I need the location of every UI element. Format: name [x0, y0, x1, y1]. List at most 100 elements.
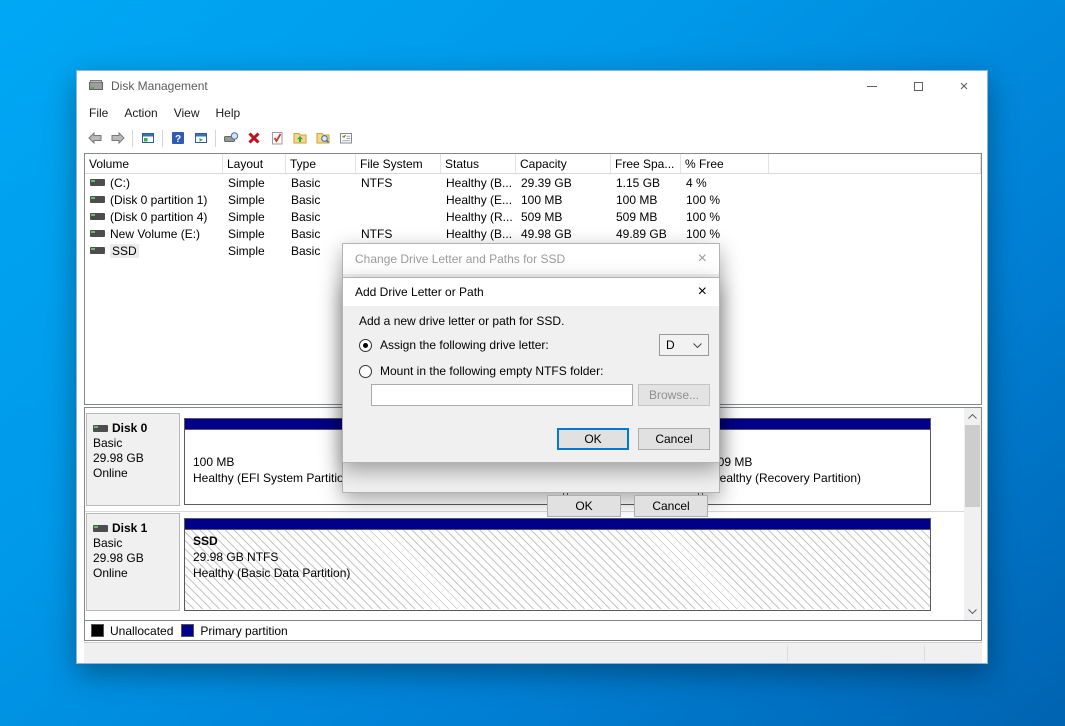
toolbar-separator: [215, 129, 216, 147]
ok-button[interactable]: OK: [547, 495, 621, 517]
close-button[interactable]: ×: [941, 71, 987, 101]
volume-name: SSD: [110, 243, 139, 258]
browse-button[interactable]: Browse...: [638, 384, 710, 406]
ok-button[interactable]: OK: [557, 428, 629, 450]
col-filesystem[interactable]: File System: [356, 154, 441, 173]
disk-size: 29.98 GB: [93, 551, 144, 565]
help-button[interactable]: ?: [166, 127, 189, 149]
maximize-button[interactable]: [895, 71, 941, 101]
scroll-up-icon[interactable]: [964, 408, 981, 425]
toolbar-separator: [162, 129, 163, 147]
properties-button[interactable]: [334, 127, 357, 149]
partition-name: SSD: [193, 534, 218, 548]
menu-help[interactable]: Help: [208, 102, 249, 124]
col-freespace[interactable]: Free Spa...: [611, 154, 681, 173]
legend-label: Primary partition: [200, 623, 288, 638]
col-status[interactable]: Status: [441, 154, 516, 173]
delete-volume-button[interactable]: [242, 127, 265, 149]
close-icon[interactable]: ×: [698, 284, 707, 300]
cell-layout: Simple: [228, 209, 265, 224]
cancel-button[interactable]: Cancel: [634, 495, 708, 517]
minimize-icon: [867, 85, 877, 87]
cell-status: Healthy (B...: [446, 226, 513, 241]
disk-icon: [93, 425, 108, 432]
dialog-title-bar: Change Drive Letter and Paths for SSD ×: [343, 244, 719, 274]
back-arrow-icon: [87, 131, 101, 145]
maximize-icon: [913, 81, 923, 91]
scrollbar-thumb[interactable]: [965, 425, 980, 507]
disk1-partition-ssd[interactable]: SSD 29.98 GB NTFS Healthy (Basic Data Pa…: [184, 518, 931, 611]
svg-text:?: ?: [174, 134, 180, 145]
mark-active-icon: [271, 132, 282, 145]
volume-row-partition4[interactable]: (Disk 0 partition 4) Simple Basic Health…: [85, 208, 981, 225]
forward-button[interactable]: [106, 127, 129, 149]
cell-pfree: 100 %: [686, 226, 721, 241]
cell-pfree: 100 %: [686, 209, 721, 224]
desktop: Disk Management × File Action View Help …: [0, 0, 1065, 726]
drive-letter-dropdown[interactable]: D: [659, 334, 709, 356]
col-layout[interactable]: Layout: [223, 154, 286, 173]
back-button[interactable]: [83, 127, 106, 149]
open-folder-button[interactable]: [288, 127, 311, 149]
volume-row-c[interactable]: (C:) Simple Basic NTFS Healthy (B... 29.…: [85, 174, 981, 191]
disk0-info[interactable]: Disk 0 Basic 29.98 GB Online: [86, 413, 180, 507]
col-empty: [769, 154, 981, 173]
cell-status: Healthy (E...: [446, 192, 513, 207]
explore-folder-button[interactable]: [311, 127, 334, 149]
menu-file[interactable]: File: [81, 102, 116, 124]
assign-letter-radio[interactable]: [359, 338, 372, 352]
cell-fs: NTFS: [361, 226, 393, 241]
mount-folder-radio[interactable]: [359, 364, 372, 378]
volume-list-header: Volume Layout Type File System Status Ca…: [85, 154, 981, 174]
menu-action[interactable]: Action: [116, 102, 165, 124]
disk-row-separator: [85, 511, 964, 512]
col-pctfree[interactable]: % Free: [681, 154, 769, 173]
volume-row-partition1[interactable]: (Disk 0 partition 1) Simple Basic Health…: [85, 191, 981, 208]
status-separator: [787, 646, 788, 661]
menu-view[interactable]: View: [166, 102, 208, 124]
disk-status: Online: [93, 566, 128, 580]
open-folder-icon: [293, 133, 306, 144]
mark-active-button[interactable]: [265, 127, 288, 149]
minimize-button[interactable]: [849, 71, 895, 101]
col-type[interactable]: Type: [286, 154, 356, 173]
cell-layout: Simple: [228, 226, 265, 241]
disk0-partition-recovery[interactable]: 509 MB Healthy (Recovery Partition): [702, 418, 931, 505]
action-pane-button[interactable]: [189, 127, 212, 149]
action-pane-icon: [194, 133, 207, 143]
col-volume[interactable]: Volume: [85, 154, 223, 173]
close-icon[interactable]: ×: [698, 251, 707, 267]
volume-row-e[interactable]: New Volume (E:) Simple Basic NTFS Health…: [85, 225, 981, 242]
mount-folder-label: Mount in the following empty NTFS folder…: [380, 364, 604, 378]
volume-name: (Disk 0 partition 4): [110, 209, 208, 224]
partition-size: 29.98 GB NTFS: [193, 550, 279, 564]
mount-folder-input[interactable]: [371, 384, 633, 406]
cell-fs: NTFS: [361, 175, 393, 190]
disk1-info[interactable]: Disk 1 Basic 29.98 GB Online: [86, 513, 180, 611]
volume-drive-icon: [90, 213, 105, 220]
drive-view-button[interactable]: [219, 127, 242, 149]
disk-type: Basic: [93, 436, 123, 450]
forward-arrow-icon: [111, 131, 125, 145]
scrollbar[interactable]: [964, 408, 981, 620]
cell-layout: Simple: [228, 192, 265, 207]
cell-type: Basic: [291, 226, 321, 241]
cell-free: 1.15 GB: [616, 175, 661, 190]
disk-type: Basic: [93, 536, 123, 550]
legend-label: Unallocated: [110, 623, 174, 638]
console-tree-icon: [141, 133, 154, 143]
disk-icon: [93, 525, 108, 532]
dialog-title: Change Drive Letter and Paths for SSD: [355, 252, 566, 266]
mount-folder-row: Mount in the following empty NTFS folder…: [359, 364, 603, 378]
volume-drive-icon: [90, 230, 105, 237]
scroll-down-icon[interactable]: [964, 603, 981, 620]
explore-folder-icon: [316, 133, 329, 144]
primary-partition-strip: [185, 519, 930, 530]
col-capacity[interactable]: Capacity: [516, 154, 611, 173]
cancel-button[interactable]: Cancel: [638, 428, 710, 450]
cell-status: Healthy (B...: [446, 175, 513, 190]
console-tree-button[interactable]: [136, 127, 159, 149]
cell-capacity: 509 MB: [521, 209, 563, 224]
cell-capacity: 29.39 GB: [521, 175, 572, 190]
disk-name: Disk 0: [112, 421, 148, 435]
